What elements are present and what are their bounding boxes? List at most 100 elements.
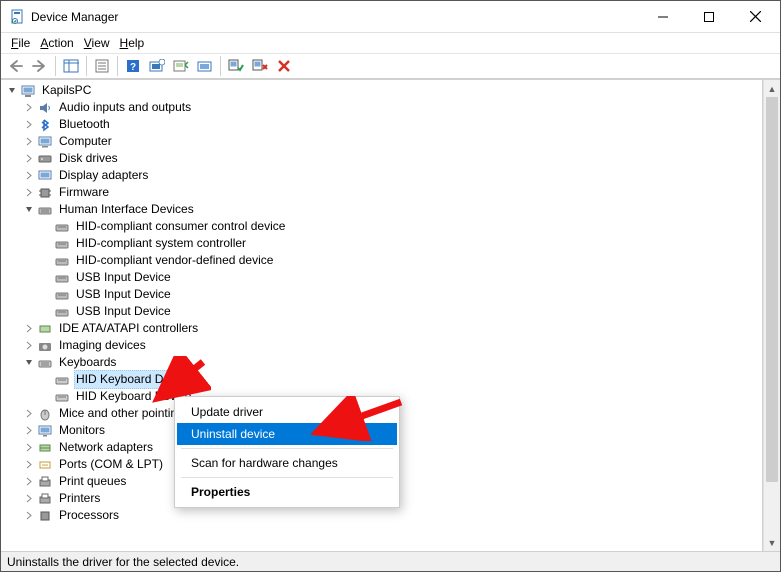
scroll-down-button[interactable]: ▼ (764, 534, 780, 551)
toolbar-separator (55, 56, 56, 76)
scan-hardware-button[interactable] (146, 55, 168, 77)
chevron-right-icon[interactable] (22, 511, 36, 520)
tree-item[interactable]: Display adapters (5, 167, 762, 184)
uninstall-button[interactable] (194, 55, 216, 77)
ide-icon (37, 321, 53, 337)
tree-item-hid[interactable]: Human Interface Devices (5, 201, 762, 218)
tree-label: Monitors (57, 422, 107, 439)
help-button[interactable]: ? (122, 55, 144, 77)
chip-icon (37, 185, 53, 201)
scrollbar-thumb[interactable] (766, 97, 778, 482)
tree-label: Network adapters (57, 439, 155, 456)
port-icon (37, 457, 53, 473)
vertical-scrollbar[interactable]: ▲ ▼ (763, 80, 780, 551)
tree-item[interactable]: Computer (5, 133, 762, 150)
properties-button[interactable] (91, 55, 113, 77)
chevron-down-icon[interactable] (22, 205, 36, 214)
chevron-right-icon[interactable] (22, 477, 36, 486)
hid-icon (54, 219, 70, 235)
chevron-down-icon[interactable] (5, 86, 19, 95)
hid-icon (54, 253, 70, 269)
enable-device-button[interactable] (225, 55, 247, 77)
tree-item[interactable]: USB Input Device (5, 286, 762, 303)
toolbar: ? (1, 53, 780, 79)
tree-item[interactable]: Processors (5, 507, 762, 524)
tree-item[interactable]: Imaging devices (5, 337, 762, 354)
update-driver-button[interactable] (170, 55, 192, 77)
menu-help[interactable]: Help (116, 35, 149, 51)
tree-item[interactable]: Disk drives (5, 150, 762, 167)
chevron-right-icon[interactable] (22, 188, 36, 197)
tree-label: Display adapters (57, 167, 150, 184)
tree-label: HID Keyboard Device (74, 370, 193, 389)
keyboard-icon (54, 372, 70, 388)
svg-text:?: ? (130, 62, 136, 73)
titlebar: Device Manager (1, 1, 780, 33)
chevron-down-icon[interactable] (22, 358, 36, 367)
tree-item[interactable]: HID-compliant system controller (5, 235, 762, 252)
chevron-right-icon[interactable] (22, 409, 36, 418)
chevron-right-icon[interactable] (22, 137, 36, 146)
tree-label: Ports (COM & LPT) (57, 456, 165, 473)
tree-item[interactable]: Audio inputs and outputs (5, 99, 762, 116)
menu-action[interactable]: Action (36, 35, 77, 51)
mouse-icon (37, 406, 53, 422)
chevron-right-icon[interactable] (22, 426, 36, 435)
statusbar: Uninstalls the driver for the selected d… (1, 551, 780, 571)
menu-view[interactable]: View (80, 35, 114, 51)
chevron-right-icon[interactable] (22, 324, 36, 333)
window-title: Device Manager (31, 10, 640, 24)
tree-label: Keyboards (57, 354, 118, 371)
menu-file[interactable]: File (7, 35, 34, 51)
disable-device-button[interactable] (249, 55, 271, 77)
tree-item[interactable]: HID-compliant vendor-defined device (5, 252, 762, 269)
chevron-right-icon[interactable] (22, 341, 36, 350)
statusbar-text: Uninstalls the driver for the selected d… (7, 555, 239, 569)
tree-item[interactable]: IDE ATA/ATAPI controllers (5, 320, 762, 337)
tree-item[interactable]: Bluetooth (5, 116, 762, 133)
camera-icon (37, 338, 53, 354)
scroll-up-button[interactable]: ▲ (764, 80, 780, 97)
minimize-button[interactable] (640, 2, 686, 32)
ctx-scan-hardware[interactable]: Scan for hardware changes (177, 452, 397, 474)
tree-label: Imaging devices (57, 337, 148, 354)
chevron-right-icon[interactable] (22, 103, 36, 112)
forward-button[interactable] (29, 55, 51, 77)
tree-item[interactable]: USB Input Device (5, 303, 762, 320)
computer-icon (20, 83, 36, 99)
tree-item-selected[interactable]: HID Keyboard Device (5, 371, 762, 388)
tree-item[interactable]: Firmware (5, 184, 762, 201)
tree-item[interactable]: USB Input Device (5, 269, 762, 286)
tree-item[interactable]: HID-compliant consumer control device (5, 218, 762, 235)
chevron-right-icon[interactable] (22, 494, 36, 503)
chevron-right-icon[interactable] (22, 154, 36, 163)
display-icon (37, 168, 53, 184)
show-hide-tree-button[interactable] (60, 55, 82, 77)
remove-device-button[interactable] (273, 55, 295, 77)
chevron-right-icon[interactable] (22, 443, 36, 452)
tree-label: Audio inputs and outputs (57, 99, 193, 116)
ctx-properties[interactable]: Properties (177, 481, 397, 503)
context-menu: Update driver Uninstall device Scan for … (174, 396, 400, 508)
tree-label: Disk drives (57, 150, 120, 167)
chevron-right-icon[interactable] (22, 460, 36, 469)
hid-icon (37, 202, 53, 218)
scrollbar-track[interactable] (764, 97, 780, 534)
hid-icon (54, 304, 70, 320)
tree-label: Firmware (57, 184, 111, 201)
toolbar-separator (86, 56, 87, 76)
close-button[interactable] (732, 2, 778, 32)
print-queue-icon (37, 474, 53, 490)
chevron-right-icon[interactable] (22, 171, 36, 180)
chevron-right-icon[interactable] (22, 120, 36, 129)
keyboard-icon (54, 389, 70, 405)
tree-label: Print queues (57, 473, 128, 490)
ctx-uninstall-device[interactable]: Uninstall device (177, 423, 397, 445)
tree-item-keyboards[interactable]: Keyboards (5, 354, 762, 371)
ctx-update-driver[interactable]: Update driver (177, 401, 397, 423)
bluetooth-icon (37, 117, 53, 133)
back-button[interactable] (5, 55, 27, 77)
tree-label: Bluetooth (57, 116, 112, 133)
tree-root[interactable]: KapilsPC (5, 82, 762, 99)
maximize-button[interactable] (686, 2, 732, 32)
